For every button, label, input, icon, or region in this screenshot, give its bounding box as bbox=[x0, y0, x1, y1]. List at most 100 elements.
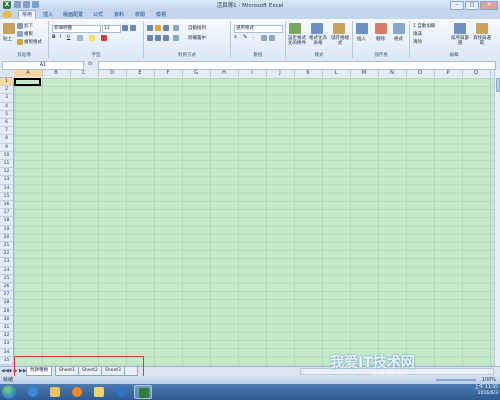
row-header[interactable]: 11 bbox=[0, 160, 13, 169]
folder-icon[interactable] bbox=[46, 385, 64, 399]
grow-font-icon[interactable] bbox=[122, 25, 128, 31]
conditional-format-button[interactable]: 設定格式化的條件 bbox=[286, 36, 308, 46]
row-header[interactable]: 32 bbox=[0, 332, 13, 341]
fill-button[interactable]: 填滿 bbox=[413, 31, 422, 37]
column-header[interactable]: H bbox=[210, 70, 239, 77]
column-header[interactable]: Q bbox=[462, 70, 491, 77]
row-header[interactable]: 24 bbox=[0, 267, 13, 275]
border-icon[interactable] bbox=[77, 35, 83, 41]
autosum-button[interactable]: Σ 自動加總 bbox=[413, 23, 435, 29]
column-header[interactable]: K bbox=[294, 70, 323, 77]
currency-button[interactable]: $ bbox=[234, 35, 237, 40]
format-table-button[interactable]: 格式化為表格 bbox=[308, 36, 328, 46]
column-header[interactable]: G bbox=[182, 70, 211, 77]
cut-button[interactable]: 剪下 bbox=[24, 23, 33, 29]
column-header[interactable]: O bbox=[406, 70, 435, 77]
tab-insert[interactable]: 插入 bbox=[40, 11, 56, 19]
column-header[interactable]: N bbox=[378, 70, 407, 77]
row-header[interactable]: 30 bbox=[0, 316, 13, 324]
tab-data[interactable]: 資料 bbox=[111, 11, 127, 19]
maximize-button[interactable]: □ bbox=[465, 1, 479, 10]
column-header[interactable]: C bbox=[70, 70, 99, 77]
find-select-icon[interactable] bbox=[476, 23, 488, 34]
excel-taskbar-icon[interactable] bbox=[134, 385, 152, 399]
row-header[interactable]: 19 bbox=[0, 226, 13, 234]
column-header[interactable]: A bbox=[14, 70, 43, 77]
row-header[interactable]: 2 bbox=[0, 86, 13, 95]
copy-icon[interactable] bbox=[17, 31, 23, 37]
row-header[interactable]: 5 bbox=[0, 111, 13, 119]
format-cells-icon[interactable] bbox=[393, 23, 405, 34]
paste-icon[interactable] bbox=[3, 23, 15, 34]
align-right-icon[interactable] bbox=[163, 35, 169, 41]
row-header[interactable]: 7 bbox=[0, 127, 13, 136]
row-header[interactable]: 33 bbox=[0, 340, 13, 349]
tab-home[interactable]: 常用 bbox=[18, 10, 37, 19]
minimize-button[interactable]: – bbox=[450, 1, 464, 10]
align-left-icon[interactable] bbox=[147, 35, 153, 41]
row-header[interactable]: 12 bbox=[0, 168, 13, 177]
format-painter-button[interactable]: 複製格式 bbox=[24, 39, 42, 45]
row-header[interactable]: 6 bbox=[0, 119, 13, 128]
column-header[interactable]: E bbox=[126, 70, 155, 77]
sort-filter-icon[interactable] bbox=[454, 23, 466, 34]
orientation-icon[interactable] bbox=[173, 25, 179, 31]
align-bottom-icon[interactable] bbox=[163, 25, 169, 31]
percent-button[interactable]: % bbox=[243, 35, 247, 40]
bold-button[interactable]: B bbox=[52, 35, 55, 40]
number-format-select[interactable]: 通用格式 bbox=[234, 25, 283, 33]
fill-color-icon[interactable] bbox=[89, 35, 95, 41]
zoom-slider[interactable] bbox=[436, 379, 476, 381]
row-header[interactable]: 10 bbox=[0, 152, 13, 160]
tab-formulas[interactable]: 公式 bbox=[90, 11, 106, 19]
font-name-select[interactable]: 新細明體 bbox=[52, 25, 101, 33]
outlook-icon[interactable] bbox=[90, 385, 108, 399]
row-header[interactable]: 16 bbox=[0, 201, 13, 210]
font-color-icon[interactable] bbox=[101, 35, 107, 41]
prev-sheet-button[interactable]: ◀ bbox=[7, 368, 12, 375]
system-clock[interactable]: 上午 11:35 2016/6/3 bbox=[475, 385, 498, 397]
name-box[interactable]: A1 bbox=[2, 61, 84, 70]
column-header[interactable]: B bbox=[42, 70, 71, 77]
row-header[interactable]: 35 bbox=[0, 357, 13, 365]
column-header[interactable]: F bbox=[154, 70, 183, 77]
format-cells-button[interactable]: 格式 bbox=[394, 36, 403, 42]
media-player-icon[interactable] bbox=[68, 385, 86, 399]
row-header[interactable]: 20 bbox=[0, 234, 13, 242]
insert-cells-icon[interactable] bbox=[356, 23, 368, 34]
clear-button[interactable]: 清除 bbox=[413, 39, 422, 45]
align-top-icon[interactable] bbox=[147, 25, 153, 31]
office-button[interactable] bbox=[2, 11, 12, 18]
select-all-corner[interactable] bbox=[0, 70, 14, 78]
delete-cells-button[interactable]: 刪除 bbox=[376, 36, 385, 42]
row-header[interactable]: 17 bbox=[0, 209, 13, 218]
cell-area[interactable] bbox=[14, 78, 494, 366]
fx-icon[interactable]: fx bbox=[88, 61, 93, 67]
cell-styles-icon[interactable] bbox=[333, 23, 345, 34]
tab-review[interactable]: 校閱 bbox=[132, 11, 148, 19]
row-header[interactable]: 8 bbox=[0, 135, 13, 144]
row-header[interactable]: 9 bbox=[0, 144, 13, 152]
active-cell-a1[interactable] bbox=[14, 78, 41, 87]
paste-button[interactable]: 貼上 bbox=[3, 36, 12, 42]
column-header[interactable]: J bbox=[266, 70, 295, 77]
column-header[interactable]: P bbox=[434, 70, 463, 77]
row-header[interactable]: 18 bbox=[0, 217, 13, 226]
copy-button[interactable]: 複製 bbox=[24, 31, 33, 37]
row-header[interactable]: 21 bbox=[0, 242, 13, 251]
indent-icon[interactable] bbox=[173, 35, 179, 41]
tab-page-layout[interactable]: 版面配置 bbox=[60, 11, 86, 19]
row-header[interactable]: 27 bbox=[0, 291, 13, 300]
row-header[interactable]: 1 bbox=[0, 78, 13, 87]
column-header[interactable]: D bbox=[98, 70, 127, 77]
row-header[interactable]: 23 bbox=[0, 258, 13, 267]
align-middle-icon[interactable] bbox=[155, 25, 161, 31]
conditional-format-icon[interactable] bbox=[289, 23, 301, 34]
comma-button[interactable]: , bbox=[253, 35, 254, 40]
find-select-button[interactable]: 尋找與選取 bbox=[472, 36, 492, 46]
format-painter-icon[interactable] bbox=[17, 39, 23, 45]
formula-input[interactable] bbox=[98, 61, 496, 70]
qq-icon[interactable] bbox=[112, 385, 130, 399]
row-header[interactable]: 34 bbox=[0, 349, 13, 357]
row-header[interactable]: 28 bbox=[0, 299, 13, 308]
